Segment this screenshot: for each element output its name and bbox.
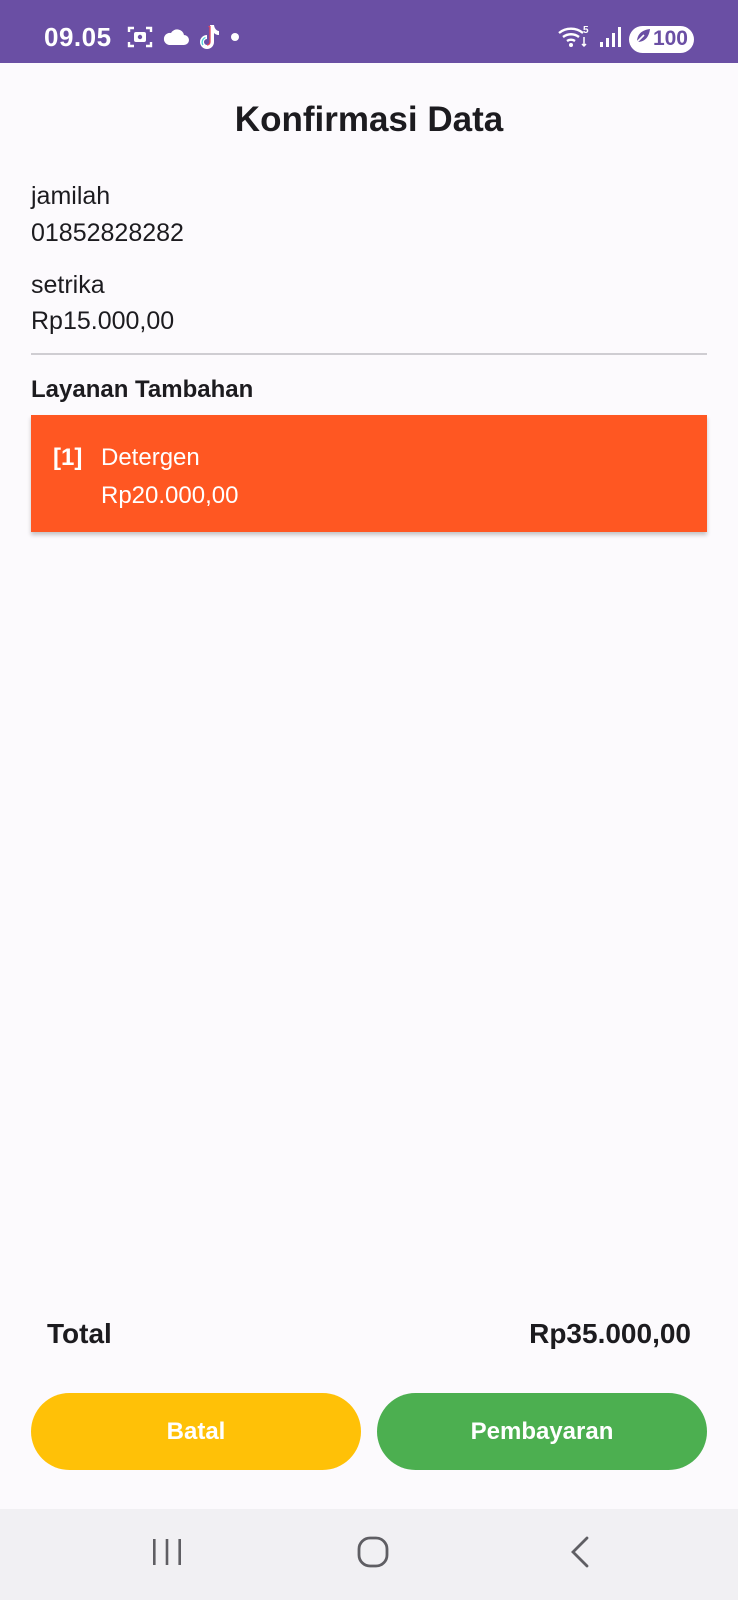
- item-index: [1]: [53, 444, 83, 471]
- service-name: setrika: [31, 271, 105, 299]
- additional-services-title: Layanan Tambahan: [31, 376, 254, 403]
- tiktok-icon: [198, 23, 220, 56]
- home-icon: [356, 1535, 390, 1574]
- screenshot-icon: [126, 24, 154, 55]
- cloud-icon: [162, 26, 190, 53]
- additional-service-item[interactable]: [1] Detergen Rp20.000,00: [31, 415, 707, 532]
- payment-button[interactable]: Pembayaran: [377, 1393, 707, 1470]
- status-bar: 09.05 5 100: [0, 0, 738, 63]
- total-label: Total: [47, 1318, 112, 1349]
- item-name: Detergen: [101, 444, 200, 471]
- notification-icons: [126, 24, 242, 54]
- network-type-label: 5: [583, 25, 589, 36]
- battery-saver-icon: [633, 26, 653, 52]
- battery-level: 100: [652, 27, 688, 50]
- back-button[interactable]: [520, 1509, 640, 1600]
- recents-icon: [150, 1537, 184, 1572]
- wifi-icon: 5: [557, 24, 591, 55]
- recents-button[interactable]: [107, 1509, 227, 1600]
- back-icon: [568, 1535, 592, 1574]
- dot-icon: [228, 30, 242, 49]
- navigation-bar: [0, 1509, 738, 1600]
- home-button[interactable]: [313, 1509, 433, 1600]
- signal-icon: [599, 25, 621, 54]
- total-value: Rp35.000,00: [529, 1318, 691, 1349]
- page-title: Konfirmasi Data: [234, 100, 504, 139]
- battery-indicator: 100: [628, 25, 694, 53]
- customer-phone: 01852828282: [31, 219, 184, 247]
- status-time: 09.05: [44, 22, 112, 52]
- divider: [31, 353, 707, 355]
- customer-name: jamilah: [31, 182, 111, 210]
- service-price: Rp15.000,00: [31, 307, 175, 335]
- app-screen: 09.05 5 100 Konfirmasi Data jamilah 0185…: [0, 0, 738, 1600]
- item-price: Rp20.000,00: [101, 482, 239, 509]
- cancel-button[interactable]: Batal: [31, 1393, 361, 1470]
- system-icons: 5 100: [557, 24, 694, 54]
